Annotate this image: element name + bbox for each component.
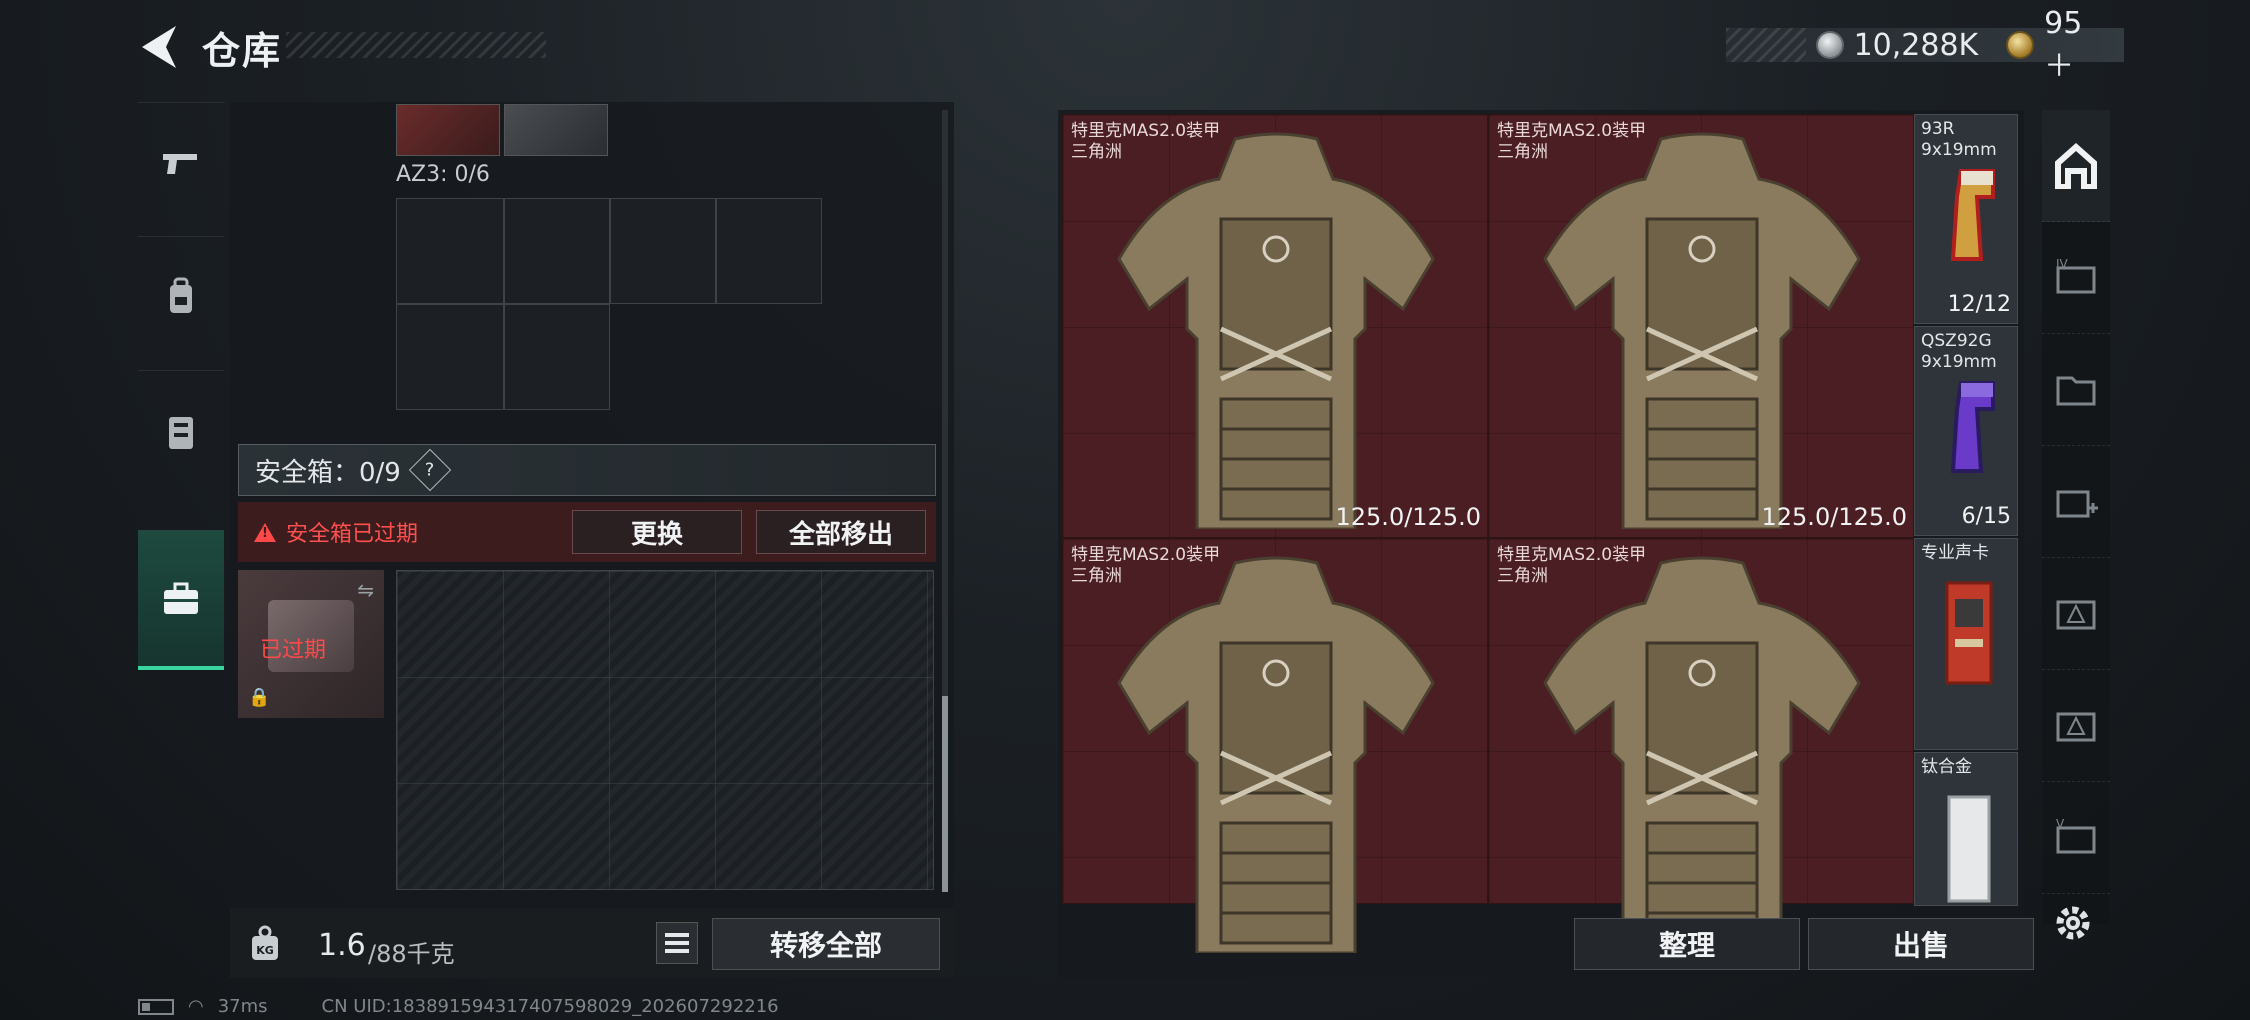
svg-text:KG: KG: [256, 944, 274, 957]
grid-slot[interactable]: [716, 198, 822, 304]
storage-item-cell[interactable]: QSZ92G 9x19mm 6/15: [1914, 326, 2018, 536]
back-arrow-icon[interactable]: [136, 22, 182, 72]
uid-text: CN UID:1838915943174075980​29_2026072922…: [321, 996, 779, 1017]
tab-storage-warn-1[interactable]: [2042, 558, 2110, 670]
wifi-icon: ◠: [188, 996, 204, 1017]
safe-box-grid: [396, 570, 934, 890]
gear-icon[interactable]: [2050, 900, 2096, 946]
sell-button[interactable]: 出售: [1808, 918, 2034, 970]
lock-icon: 🔒: [248, 687, 271, 708]
body-armor-icon: [1117, 132, 1435, 529]
stored-item-thumbnail[interactable]: [396, 104, 500, 156]
safe-box-capacity: 安全箱：0/9: [255, 457, 401, 488]
currency-bar-decoration: [1726, 28, 1806, 62]
help-icon[interactable]: ?: [408, 448, 452, 492]
pistol-icon: [1950, 169, 1995, 261]
category-tabs: [138, 102, 224, 670]
pistol-icon: [1950, 381, 1995, 473]
pistol-icon: [163, 153, 197, 174]
currency-primary-value: 10,288K: [1853, 27, 1979, 63]
storage-item-name: 专业声卡: [1921, 543, 1989, 563]
tab-safe-box[interactable]: [138, 530, 224, 670]
tab-all-storage[interactable]: [2042, 110, 2110, 222]
battery-icon: [138, 998, 174, 1015]
storage-item-cell[interactable]: 钛合金: [1914, 752, 2018, 906]
storage-home-icon: [2055, 142, 2097, 189]
armor-item-cell[interactable]: 特里克MAS2.0装甲 三角洲: [1062, 538, 1488, 953]
storage-item-name: 93R 9x19mm: [1921, 119, 1997, 160]
titanium-alloy-icon: [1947, 795, 1991, 903]
expired-overlay: 已过期: [260, 638, 327, 663]
weight-capacity: /88千克: [368, 940, 455, 968]
expired-warning-text: 安全箱已过期: [286, 522, 419, 547]
grid-slot[interactable]: [396, 198, 504, 304]
tab-storage-folder[interactable]: [2042, 334, 2110, 446]
stored-item-thumbnail[interactable]: [504, 104, 608, 156]
safe-box-slots[interactable]: [397, 571, 933, 889]
weight-value: 1.6: [318, 928, 366, 963]
grid-slot[interactable]: [396, 304, 504, 410]
ping-value: 37ms: [217, 996, 268, 1017]
storage-warning-icon: [2056, 600, 2096, 629]
armor-durability: 125.0/125.0: [1335, 503, 1482, 531]
weight-icon: KG: [252, 925, 278, 960]
tab-chest-rig[interactable]: [138, 370, 224, 490]
body-armor-icon: [1117, 556, 1435, 953]
svg-text:V: V: [2056, 818, 2065, 831]
briefcase-icon: [164, 582, 198, 614]
storage-item-count: 6/15: [1961, 504, 2011, 529]
status-bar: ◠ 37ms CN UID:1838915943174075980​29_202…: [138, 996, 779, 1017]
grid-slot[interactable]: [610, 198, 716, 304]
organize-button[interactable]: 整理: [1574, 918, 1800, 970]
storage-item-cell[interactable]: 93R 9x19mm 12/12: [1914, 114, 2018, 324]
replace-button[interactable]: 更换: [572, 510, 742, 554]
armor-item-cell[interactable]: 特里克MAS2.0装甲 三角洲 125.0/125.0: [1062, 114, 1488, 538]
container-capacity-label: AZ3: 0/6: [396, 162, 490, 187]
grid-slot[interactable]: [504, 304, 610, 410]
page-title: 仓库: [202, 29, 283, 73]
tab-storage-iv[interactable]: IV: [2042, 222, 2110, 334]
tab-backpack[interactable]: [138, 236, 224, 356]
armor-item-cell[interactable]: 特里克MAS2.0装甲 三角洲: [1488, 538, 1914, 953]
tab-storage-add[interactable]: [2042, 446, 2110, 558]
storage-item-name: 钛合金: [1921, 757, 1972, 777]
storage-iv-icon: IV: [2056, 258, 2096, 293]
storage-v-icon: V: [2056, 818, 2096, 853]
storage-warning-icon: [2056, 712, 2096, 741]
title-decoration: [286, 32, 546, 58]
currency-secondary-value[interactable]: 95＋: [2044, 6, 2112, 85]
currency-bar: 10,288K 95＋: [1726, 6, 2124, 84]
safe-box-slot[interactable]: 已过期 ⇋ 🔒: [238, 570, 384, 718]
list-view-icon[interactable]: [656, 922, 698, 964]
armor-durability: 125.0/125.0: [1761, 503, 1908, 531]
body-armor-icon: [1543, 132, 1861, 529]
warning-icon: [254, 522, 276, 542]
svg-text:IV: IV: [2056, 258, 2069, 271]
storage-item-count: 12/12: [1947, 292, 2011, 317]
add-storage-icon: [2056, 490, 2098, 517]
sound-card-icon: [1945, 581, 1993, 685]
tab-weapon[interactable]: [138, 102, 224, 222]
storage-item-cell[interactable]: 专业声卡: [1914, 538, 2018, 750]
safe-box-header: 安全箱：0/9 ?: [238, 444, 936, 496]
chest-rig-icon: [169, 416, 193, 449]
scroll-thumb[interactable]: [942, 696, 948, 892]
storage-item-name: QSZ92G 9x19mm: [1921, 331, 1997, 372]
folder-icon: [2056, 376, 2096, 405]
grid-slot[interactable]: [504, 198, 610, 304]
armor-item-cell[interactable]: 特里克MAS2.0装甲 三角洲 125.0/125.0: [1488, 114, 1914, 538]
storage-tabs: IV V: [2042, 110, 2110, 924]
swap-icon[interactable]: ⇋: [357, 578, 374, 602]
tab-storage-v[interactable]: V: [2042, 782, 2110, 894]
body-armor-icon: [1543, 556, 1861, 953]
gold-coin-icon: [2006, 31, 2035, 59]
backpack-icon: [170, 277, 192, 313]
tab-storage-warn-2[interactable]: [2042, 670, 2110, 782]
transfer-all-button[interactable]: 转移全部: [712, 918, 940, 970]
move-all-out-button[interactable]: 全部移出: [756, 510, 926, 554]
silver-coin-icon: [1815, 31, 1844, 59]
